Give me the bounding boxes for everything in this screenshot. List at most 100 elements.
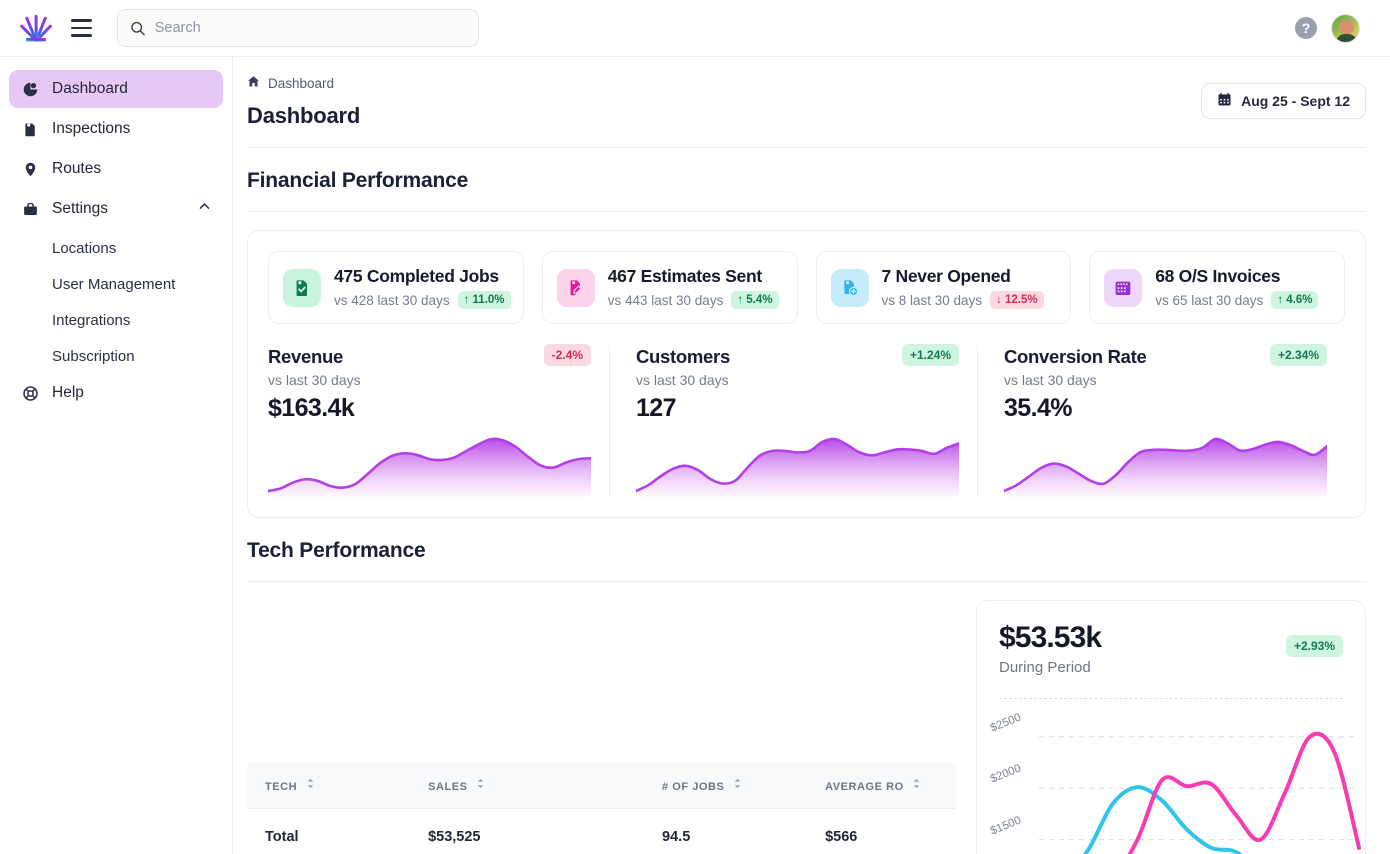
- metric-subtitle: vs last 30 days: [1004, 372, 1097, 388]
- kpi-title: 467 Estimates Sent: [607, 266, 762, 286]
- sparkline-revenue: [268, 437, 591, 497]
- sidebar-item-label: Routes: [52, 160, 102, 177]
- metric-value: 35.4%: [1004, 394, 1072, 422]
- table-top-spacer: [247, 600, 956, 763]
- search-box[interactable]: [117, 9, 479, 47]
- search-input[interactable]: [154, 20, 466, 36]
- help-icon-button[interactable]: ?: [1295, 17, 1317, 39]
- app-logo[interactable]: [16, 8, 56, 48]
- breadcrumb-label[interactable]: Dashboard: [268, 76, 334, 91]
- sidebar-item-dashboard[interactable]: Dashboard: [9, 70, 223, 108]
- chart-top-divider: [999, 698, 1343, 699]
- avatar[interactable]: [1331, 13, 1360, 43]
- sidebar-subitem-label: Integrations: [52, 311, 131, 329]
- kpi-row: 475 Completed Jobs vs 428 last 30 days ↑…: [268, 251, 1345, 324]
- chevron-up-icon[interactable]: [198, 200, 211, 218]
- kpi-subtitle: vs 8 last 30 days: [881, 292, 983, 308]
- section-title: Tech Performance: [247, 539, 426, 562]
- menu-toggle-button[interactable]: [64, 11, 98, 45]
- sort-icon[interactable]: [306, 778, 315, 789]
- metric-delta-badge: +1.24%: [901, 344, 959, 366]
- clipboard-icon: [21, 120, 40, 139]
- kpi-subtitle: vs 428 last 30 days: [334, 292, 450, 308]
- kpi-card-estimates-sent[interactable]: 467 Estimates Sent vs 443 last 30 days ↑…: [541, 251, 798, 324]
- sidebar-item-label: Help: [52, 384, 84, 401]
- sidebar-subitem-label: Subscription: [52, 347, 135, 365]
- kpi-title: 68 O/S Invoices: [1155, 266, 1281, 286]
- kpi-delta-badge: ↑ 5.4%: [731, 291, 779, 309]
- document-edit-icon: [556, 268, 595, 307]
- table-header-row: TECH SALES # OF JOBS AVERAGE RO: [247, 763, 956, 809]
- metric-delta-badge: -2.4%: [543, 344, 591, 366]
- metric-card-conversion-rate[interactable]: Conversion Rate +2.34% vs last 30 days 3…: [977, 344, 1345, 497]
- metric-row: Revenue -2.4% vs last 30 days $163.4k Cu…: [268, 344, 1345, 497]
- sidebar-item-label: Dashboard: [52, 80, 128, 97]
- kpi-delta-badge: ↑ 11.0%: [457, 291, 511, 309]
- sidebar-item-inspections[interactable]: Inspections: [9, 110, 223, 148]
- metric-value: $163.4k: [268, 394, 355, 422]
- financial-panel: 475 Completed Jobs vs 428 last 30 days ↑…: [247, 230, 1366, 518]
- metric-card-revenue[interactable]: Revenue -2.4% vs last 30 days $163.4k: [268, 344, 609, 497]
- briefcase-icon: [21, 200, 40, 219]
- tech-performance-table: TECH SALES # OF JOBS AVERAGE RO Total $5…: [247, 763, 956, 854]
- lifebuoy-icon: [21, 384, 40, 403]
- section-title: Financial Performance: [247, 169, 469, 192]
- sidebar: Dashboard Inspections Routes Settings Lo…: [0, 57, 233, 854]
- sidebar-item-settings[interactable]: Settings: [9, 190, 223, 228]
- chart-delta-badge: +2.93%: [1285, 635, 1343, 657]
- main-content: Dashboard Dashboard Aug 25 - Sept 12 Fin…: [233, 57, 1390, 854]
- map-pin-icon: [21, 160, 40, 179]
- chart-period-label: During Period: [999, 659, 1091, 676]
- date-range-label: Aug 25 - Sept 12: [1241, 93, 1350, 109]
- top-bar: ?: [0, 0, 1390, 57]
- tech-line-chart: $2500 $2000 $1500: [977, 706, 1365, 854]
- kpi-card-os-invoices[interactable]: 68 O/S Invoices vs 65 last 30 days ↑ 4.6…: [1089, 251, 1345, 324]
- sidebar-subitem-label: Locations: [52, 239, 117, 257]
- sidebar-item-user-management[interactable]: User Management: [9, 266, 223, 302]
- kpi-title: 475 Completed Jobs: [334, 266, 499, 286]
- hamburger-icon: [70, 34, 92, 37]
- section-divider: [247, 211, 1366, 212]
- date-range-button[interactable]: Aug 25 - Sept 12: [1201, 83, 1366, 119]
- table-row[interactable]: Total $53,525 94.5 $566: [247, 808, 956, 854]
- sparkline-conversion-rate: [1004, 437, 1327, 497]
- kpi-subtitle: vs 443 last 30 days: [607, 292, 724, 308]
- column-header-sales[interactable]: SALES: [410, 763, 645, 809]
- kpi-subtitle: vs 65 last 30 days: [1155, 292, 1264, 308]
- metric-card-customers[interactable]: Customers +1.24% vs last 30 days 127: [609, 344, 977, 497]
- document-check-icon: [283, 268, 321, 307]
- metric-subtitle: vs last 30 days: [268, 372, 361, 388]
- column-header-jobs[interactable]: # OF JOBS: [644, 763, 808, 809]
- hamburger-icon: [70, 19, 92, 22]
- hamburger-icon: [70, 26, 92, 30]
- sidebar-item-routes[interactable]: Routes: [9, 150, 223, 188]
- sort-icon[interactable]: [476, 778, 485, 789]
- kpi-card-completed-jobs[interactable]: 475 Completed Jobs vs 428 last 30 days ↑…: [268, 251, 524, 324]
- page-header: Dashboard Dashboard Aug 25 - Sept 12: [233, 57, 1390, 148]
- cell-sales: $53,525: [410, 808, 645, 854]
- kpi-delta-badge: ↑ 4.6%: [1271, 291, 1319, 309]
- sidebar-item-label: Inspections: [52, 120, 131, 137]
- header-divider: [247, 147, 1366, 148]
- financial-performance-section: Financial Performance 475 Completed Jobs: [233, 169, 1390, 518]
- column-header-average-ro[interactable]: AVERAGE RO: [807, 763, 956, 809]
- home-icon: [247, 75, 260, 91]
- sort-icon[interactable]: [912, 778, 921, 789]
- search-icon: [131, 21, 145, 36]
- metric-subtitle: vs last 30 days: [636, 372, 729, 388]
- sidebar-item-integrations[interactable]: Integrations: [9, 302, 223, 338]
- tech-table-wrap: TECH SALES # OF JOBS AVERAGE RO Total $5…: [247, 600, 956, 854]
- sparkline-customers: [636, 437, 959, 497]
- tech-performance-section: Tech Performance TECH SALES # OF JOBS AV…: [233, 539, 1390, 854]
- sidebar-item-locations[interactable]: Locations: [9, 230, 223, 266]
- chart-total-value: $53.53k: [999, 621, 1102, 654]
- metric-value: 127: [636, 394, 677, 422]
- sort-icon[interactable]: [733, 778, 742, 789]
- sidebar-item-subscription[interactable]: Subscription: [9, 338, 223, 374]
- page-title: Dashboard: [247, 103, 361, 128]
- column-header-tech[interactable]: TECH: [247, 763, 411, 809]
- sidebar-item-help[interactable]: Help: [9, 374, 223, 412]
- kpi-card-never-opened[interactable]: 7 Never Opened vs 8 last 30 days ↓ 12.5%: [815, 251, 1072, 324]
- metric-title: Conversion Rate: [1004, 346, 1147, 367]
- kpi-delta-badge: ↓ 12.5%: [990, 291, 1044, 309]
